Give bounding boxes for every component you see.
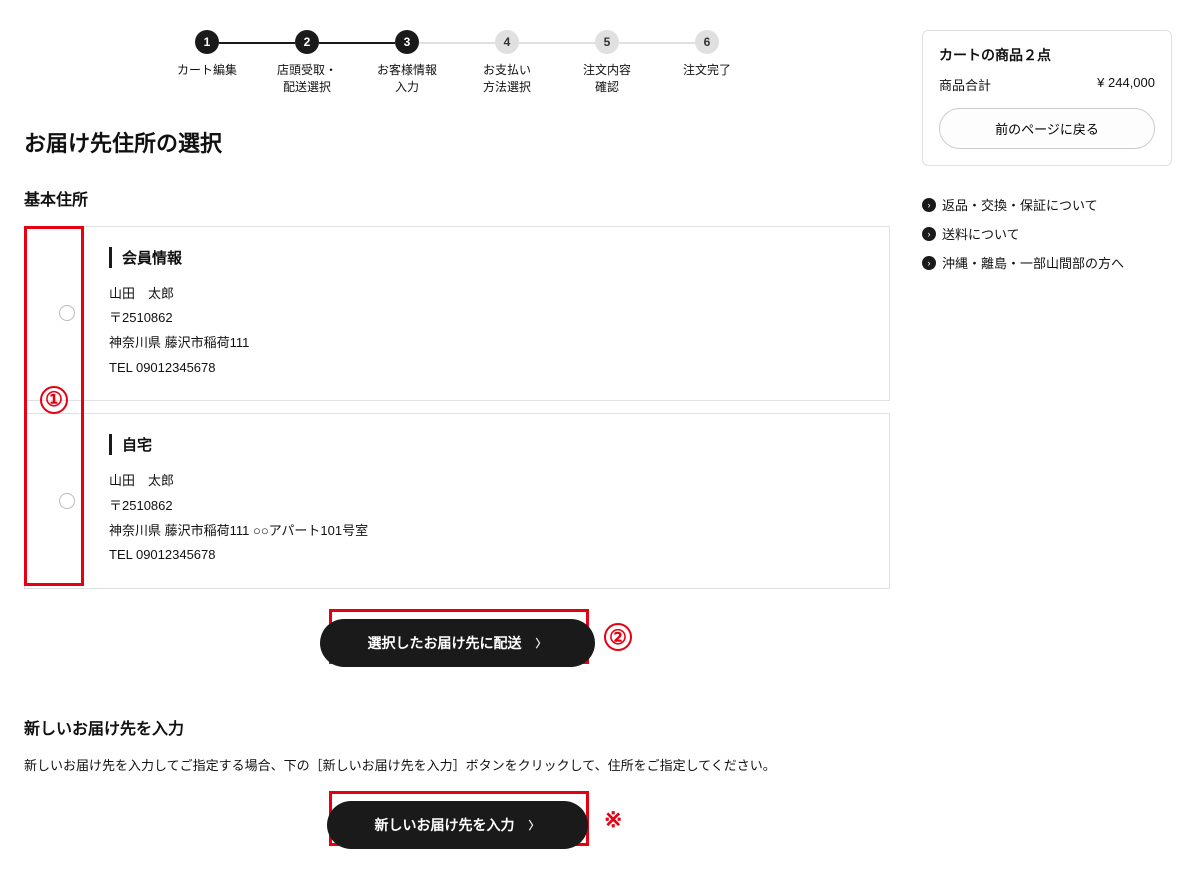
address-list: ① 会員情報山田 太郎〒2510862神奈川県 藤沢市稲荷111TEL 0901… bbox=[24, 226, 890, 590]
page-title: お届け先住所の選択 bbox=[24, 126, 890, 158]
back-to-previous-button[interactable]: 前のページに戻る bbox=[939, 108, 1155, 149]
help-link[interactable]: › 返品・交換・保証について bbox=[922, 190, 1172, 219]
step-connector bbox=[619, 42, 695, 44]
chevron-right-icon: › bbox=[922, 256, 936, 270]
radio-input[interactable] bbox=[59, 305, 75, 321]
chevron-right-icon: › bbox=[922, 227, 936, 241]
progress-step: 2 店頭受取・ 配送選択 bbox=[257, 30, 357, 96]
deliver-cta-row: 選択したお届け先に配送 〉 ② bbox=[24, 619, 890, 667]
step-connector bbox=[419, 42, 495, 44]
deliver-to-selected-button[interactable]: 選択したお届け先に配送 〉 bbox=[320, 619, 595, 667]
help-links: › 返品・交換・保証について › 送料について › 沖縄・離島・一部山間部の方へ bbox=[922, 190, 1172, 277]
address-title: 会員情報 bbox=[109, 247, 869, 268]
cart-summary: カートの商品２点 商品合計 ¥ 244,000 前のページに戻る bbox=[922, 30, 1172, 166]
checkout-progress: 1 カート編集 2 店頭受取・ 配送選択 3 お客様情報 入力 4 お支払い 方法選択 5 注文内… bbox=[24, 30, 890, 96]
address-card[interactable]: 自宅山田 太郎〒2510862神奈川県 藤沢市稲荷111 ○○アパート101号室… bbox=[24, 413, 890, 589]
step-label: 注文内容 確認 bbox=[583, 62, 631, 96]
address-name: 山田 太郎 bbox=[109, 282, 869, 307]
step-label: 注文完了 bbox=[683, 62, 731, 79]
address-line: 神奈川県 藤沢市稲荷111 ○○アパート101号室 bbox=[109, 519, 869, 544]
address-title: 自宅 bbox=[109, 434, 869, 455]
step-number: 5 bbox=[595, 30, 619, 54]
annotation-marker: ※ bbox=[604, 807, 622, 833]
step-label: カート編集 bbox=[177, 62, 237, 79]
chevron-right-icon: › bbox=[922, 198, 936, 212]
step-number: 2 bbox=[295, 30, 319, 54]
new-address-heading: 新しいお届け先を入力 bbox=[24, 715, 890, 739]
help-link-label: 沖縄・離島・一部山間部の方へ bbox=[942, 253, 1124, 272]
progress-step: 1 カート編集 bbox=[157, 30, 257, 79]
step-number: 4 bbox=[495, 30, 519, 54]
step-label: お客様情報 入力 bbox=[377, 62, 437, 96]
help-link[interactable]: › 送料について bbox=[922, 219, 1172, 248]
progress-step: 3 お客様情報 入力 bbox=[357, 30, 457, 96]
radio-input[interactable] bbox=[59, 493, 75, 509]
step-label: お支払い 方法選択 bbox=[483, 62, 531, 96]
step-number: 1 bbox=[195, 30, 219, 54]
step-label: 店頭受取・ 配送選択 bbox=[277, 62, 337, 96]
new-address-cta-row: 新しいお届け先を入力 〉 ※ bbox=[24, 801, 890, 849]
step-number: 6 bbox=[695, 30, 719, 54]
address-tel: TEL 09012345678 bbox=[109, 356, 869, 381]
input-new-address-button[interactable]: 新しいお届け先を入力 〉 bbox=[327, 801, 588, 849]
button-label: 新しいお届け先を入力 bbox=[375, 815, 515, 835]
help-link-label: 返品・交換・保証について bbox=[942, 195, 1098, 214]
address-name: 山田 太郎 bbox=[109, 469, 869, 494]
address-tel: TEL 09012345678 bbox=[109, 543, 869, 568]
subtotal-value: ¥ 244,000 bbox=[1097, 75, 1155, 94]
help-link-label: 送料について bbox=[942, 224, 1020, 243]
address-zip: 〒2510862 bbox=[109, 306, 869, 331]
step-connector bbox=[219, 42, 295, 44]
button-label: 選択したお届け先に配送 bbox=[368, 633, 522, 653]
step-connector bbox=[319, 42, 395, 44]
address-card[interactable]: 会員情報山田 太郎〒2510862神奈川県 藤沢市稲荷111TEL 090123… bbox=[24, 226, 890, 402]
cart-summary-title: カートの商品２点 bbox=[939, 45, 1155, 65]
step-connector bbox=[519, 42, 595, 44]
chevron-right-icon: 〉 bbox=[529, 817, 540, 833]
chevron-right-icon: 〉 bbox=[536, 635, 547, 651]
subtotal-label: 商品合計 bbox=[939, 75, 991, 94]
basic-address-heading: 基本住所 bbox=[24, 186, 890, 210]
help-link[interactable]: › 沖縄・離島・一部山間部の方へ bbox=[922, 248, 1172, 277]
progress-step: 5 注文内容 確認 bbox=[557, 30, 657, 96]
annotation-marker: ① bbox=[40, 386, 68, 414]
address-zip: 〒2510862 bbox=[109, 494, 869, 519]
progress-step: 4 お支払い 方法選択 bbox=[457, 30, 557, 96]
address-line: 神奈川県 藤沢市稲荷111 bbox=[109, 331, 869, 356]
annotation-marker: ② bbox=[604, 623, 632, 651]
step-number: 3 bbox=[395, 30, 419, 54]
new-address-description: 新しいお届け先を入力してご指定する場合、下の［新しいお届け先を入力］ボタンをクリ… bbox=[24, 755, 890, 777]
progress-step: 6 注文完了 bbox=[657, 30, 757, 79]
